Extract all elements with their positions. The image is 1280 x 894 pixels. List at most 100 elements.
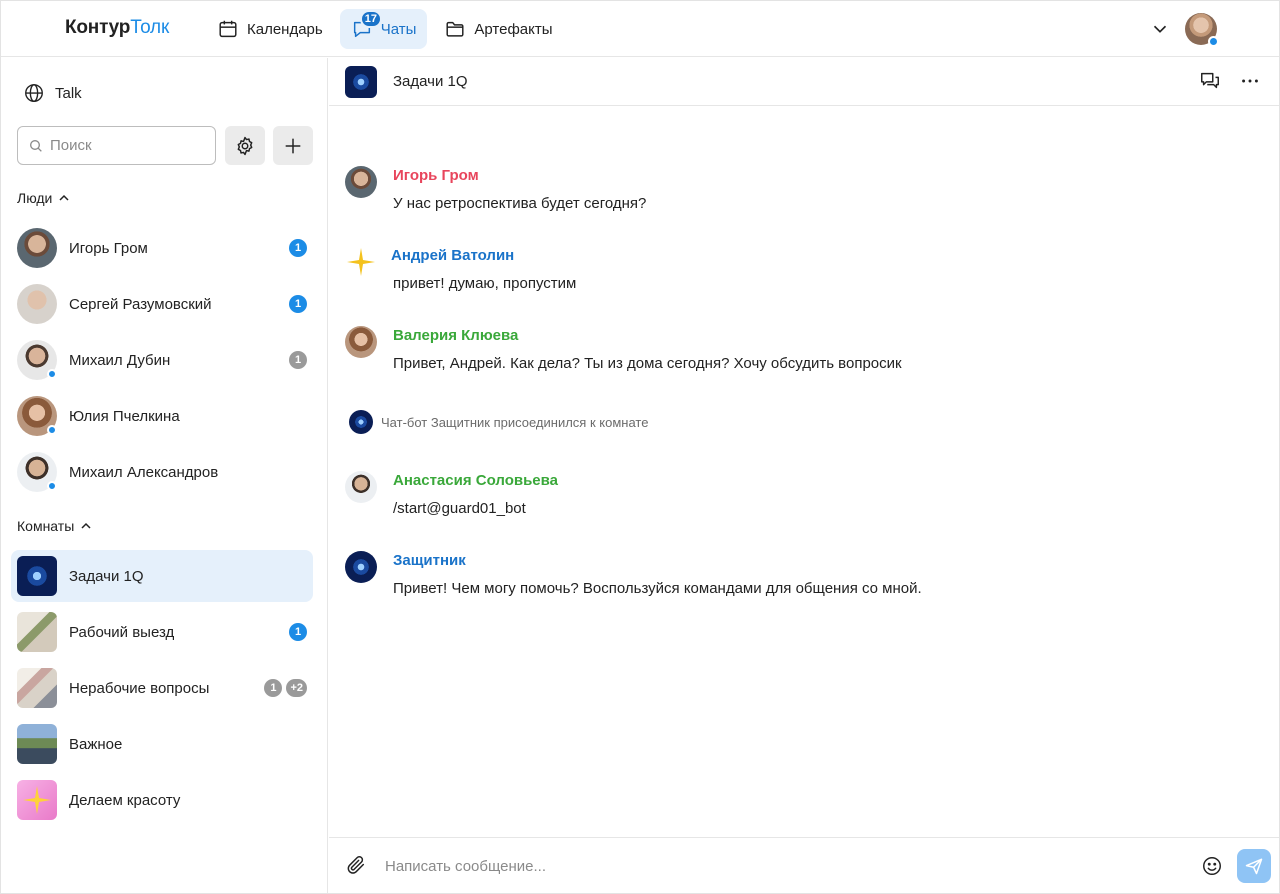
chevron-down-icon[interactable] — [1149, 18, 1171, 40]
settings-button[interactable] — [225, 126, 265, 165]
sparkle-icon — [347, 248, 375, 276]
workspace-name: Talk — [55, 84, 82, 102]
folder-icon — [446, 21, 464, 37]
chat-panel: Задачи 1Q Игорь Гром У нас ретроспектива… — [329, 58, 1279, 893]
room-name: Важное — [69, 735, 123, 753]
room-name: Рабочий выезд — [69, 623, 175, 641]
unread-badge: 1 — [289, 351, 307, 369]
message-author[interactable]: Валерия Клюева — [393, 327, 518, 344]
nav-chats[interactable]: 17 Чаты — [339, 9, 428, 49]
search-field[interactable] — [17, 126, 216, 165]
room-name: Задачи 1Q — [69, 567, 144, 585]
plus-icon — [285, 138, 301, 153]
contact-item[interactable]: Юлия Пчелкина — [11, 390, 313, 442]
bot-avatar — [349, 410, 373, 434]
message-author[interactable]: Игорь Гром — [393, 167, 479, 184]
add-button[interactable] — [273, 126, 313, 165]
user-avatar[interactable] — [1185, 13, 1219, 47]
more-icon[interactable] — [1239, 70, 1261, 92]
chevron-up-icon — [59, 194, 69, 201]
search-input[interactable] — [50, 137, 210, 154]
avatar — [17, 228, 57, 268]
people-section-header[interactable]: Люди — [17, 190, 70, 206]
top-bar: КонтурТолк Календарь 17 Чаты Артефакты — [1, 1, 1279, 57]
message-author[interactable]: Защитник — [393, 552, 466, 569]
contact-item[interactable]: Сергей Разумовский 1 — [11, 278, 313, 330]
chevron-up-icon — [81, 522, 91, 529]
contact-name: Михаил Александров — [69, 463, 219, 481]
nav-calendar-label: Календарь — [247, 20, 323, 38]
message-composer — [329, 837, 1279, 893]
message-text: привет! думаю, пропустим — [393, 275, 577, 292]
unread-badge: 1 — [289, 295, 307, 313]
room-item[interactable]: Делаем красоту — [11, 774, 313, 826]
contact-item[interactable]: Михаил Дубин 1 — [11, 334, 313, 386]
nav-artifacts[interactable]: Артефакты — [433, 9, 563, 49]
unread-badge: 1 — [289, 239, 307, 257]
contact-name: Юлия Пчелкина — [69, 407, 180, 425]
room-item[interactable]: Рабочий выезд 1 — [11, 606, 313, 658]
room-avatar — [17, 724, 57, 764]
room-item[interactable]: Нерабочие вопросы 1 +2 — [11, 662, 313, 714]
message-input[interactable] — [385, 854, 1185, 878]
account-area — [1149, 13, 1219, 47]
avatar — [17, 396, 57, 436]
room-avatar — [17, 556, 57, 596]
online-indicator — [47, 481, 57, 491]
message-author[interactable]: Анастасия Соловьева — [393, 472, 558, 489]
people-header-label: Люди — [17, 190, 53, 206]
chats-unread-badge: 17 — [359, 10, 382, 28]
contact-item[interactable]: Игорь Гром 1 — [11, 222, 313, 274]
brand-logo[interactable]: КонтурТолк — [65, 17, 169, 39]
avatar — [17, 452, 57, 492]
message-text: Привет, Андрей. Как дела? Ты из дома сег… — [393, 355, 902, 372]
nav-chats-label: Чаты — [380, 20, 417, 38]
room-name: Нерабочие вопросы — [69, 679, 210, 697]
room-avatar — [17, 612, 57, 652]
nav-calendar[interactable]: Календарь — [206, 9, 334, 49]
online-indicator — [47, 369, 57, 379]
room-avatar — [345, 66, 377, 98]
gear-icon — [237, 136, 253, 155]
message-author[interactable]: Андрей Ватолин — [391, 247, 514, 264]
contact-name: Михаил Дубин — [69, 351, 171, 369]
avatar[interactable] — [345, 246, 377, 278]
emoji-icon[interactable] — [1201, 855, 1223, 877]
online-indicator — [47, 425, 57, 435]
room-item[interactable]: Важное — [11, 718, 313, 770]
room-avatar — [17, 780, 57, 820]
threads-icon[interactable] — [1199, 70, 1221, 92]
avatar[interactable] — [345, 471, 377, 503]
room-item[interactable]: Задачи 1Q — [11, 550, 313, 602]
message-text: /start@guard01_bot — [393, 500, 526, 517]
search-icon — [30, 139, 42, 152]
paperclip-icon[interactable] — [345, 854, 367, 876]
room-name: Делаем красоту — [69, 791, 181, 809]
chat-title[interactable]: Задачи 1Q — [393, 73, 468, 90]
message-text: Привет! Чем могу помочь? Воспользуйся ко… — [393, 580, 922, 597]
calendar-icon — [219, 20, 237, 38]
send-button[interactable] — [1237, 849, 1271, 883]
system-message-text: Чат-бот Защитник присоединился к комнате — [381, 414, 649, 430]
rooms-header-label: Комнаты — [17, 518, 75, 534]
message-text: У нас ретроспектива будет сегодня? — [393, 195, 647, 212]
system-message: Чат-бот Защитник присоединился к комнате — [349, 410, 648, 434]
send-icon — [1245, 858, 1263, 875]
chat-header: Задачи 1Q — [329, 58, 1279, 106]
room-avatar — [17, 668, 57, 708]
avatar — [17, 340, 57, 380]
contact-item[interactable]: Михаил Александров — [11, 446, 313, 498]
sparkle-icon — [23, 786, 51, 814]
contact-name: Игорь Гром — [69, 239, 148, 257]
unread-badge: 1 — [289, 623, 307, 641]
avatar[interactable] — [345, 551, 377, 583]
brand-part1: Контур — [65, 17, 131, 38]
avatar[interactable] — [345, 166, 377, 198]
app-window: КонтурТолк Календарь 17 Чаты Артефакты T… — [0, 0, 1280, 894]
avatar[interactable] — [345, 326, 377, 358]
contact-name: Сергей Разумовский — [69, 295, 212, 313]
workspace-switcher[interactable]: Talk — [23, 82, 82, 104]
brand-part2: Толк — [130, 17, 170, 38]
rooms-section-header[interactable]: Комнаты — [17, 518, 92, 534]
online-indicator — [1208, 36, 1219, 47]
